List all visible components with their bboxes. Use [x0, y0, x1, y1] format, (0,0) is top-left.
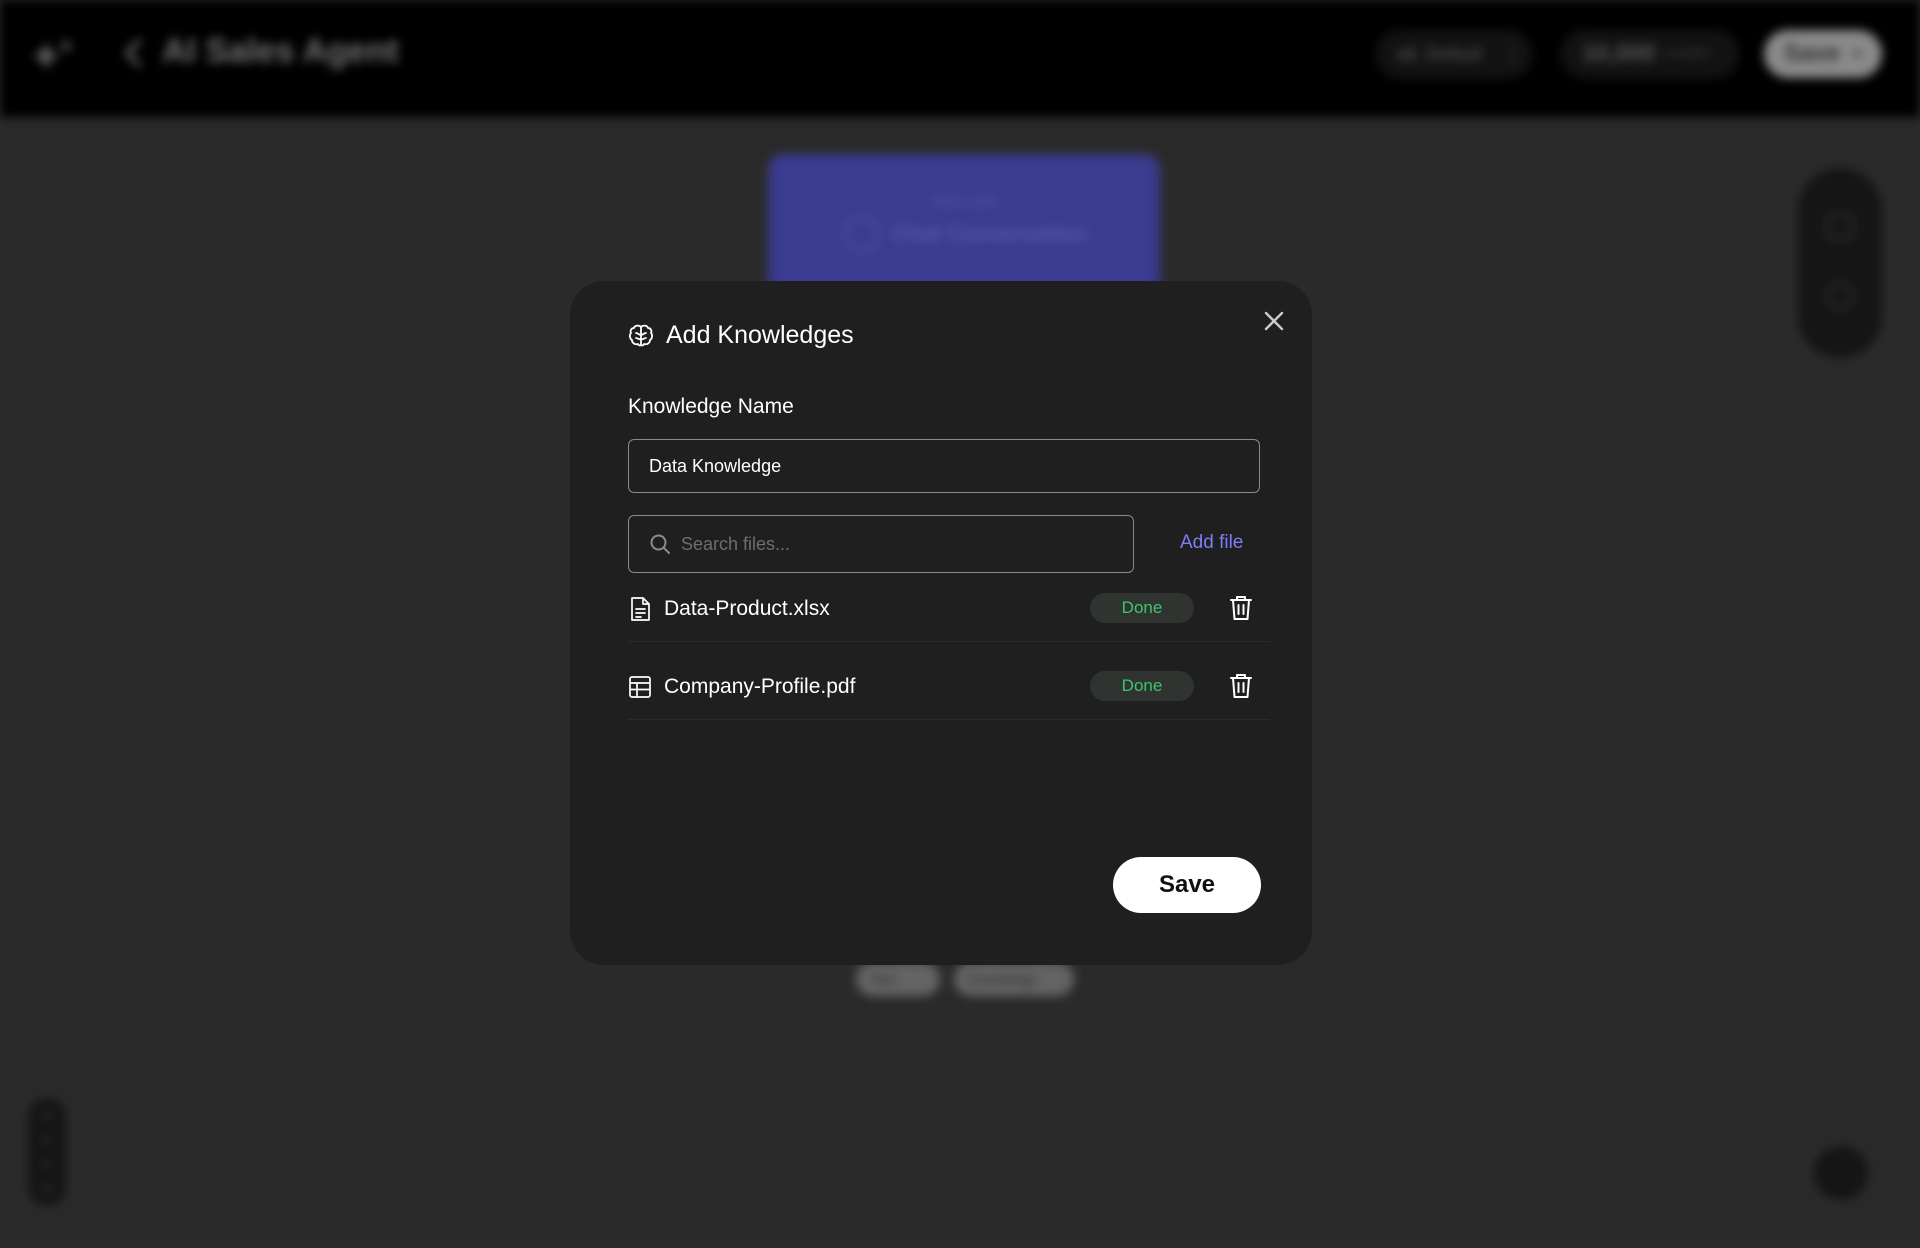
knowledge-name-label: Knowledge Name: [628, 395, 794, 418]
close-button[interactable]: [1258, 305, 1290, 337]
save-button[interactable]: Save: [1113, 857, 1261, 913]
knowledge-name-input[interactable]: [628, 439, 1260, 493]
document-icon: [631, 597, 650, 621]
add-knowledge-dialog: Add Knowledges Knowledge Name Add file D…: [570, 281, 1312, 965]
close-icon: [1264, 311, 1284, 331]
file-name: Company-Profile.pdf: [664, 675, 856, 698]
table-icon: [629, 676, 651, 698]
file-name: Data-Product.xlsx: [664, 597, 830, 620]
search-icon: [649, 533, 671, 555]
trash-icon[interactable]: [1228, 672, 1254, 700]
dialog-title: Add Knowledges: [666, 321, 854, 349]
file-row: Company-Profile.pdf Done: [628, 654, 1270, 720]
file-search-box[interactable]: [628, 515, 1134, 573]
trash-icon[interactable]: [1228, 594, 1254, 622]
brain-icon: [628, 323, 654, 349]
status-badge: Done: [1090, 593, 1194, 623]
dialog-header: Add Knowledges: [628, 321, 854, 350]
file-search-input[interactable]: [681, 516, 1133, 572]
add-file-button[interactable]: Add file: [1180, 532, 1243, 554]
file-row: Data-Product.xlsx Done: [628, 576, 1270, 642]
status-badge: Done: [1090, 671, 1194, 701]
